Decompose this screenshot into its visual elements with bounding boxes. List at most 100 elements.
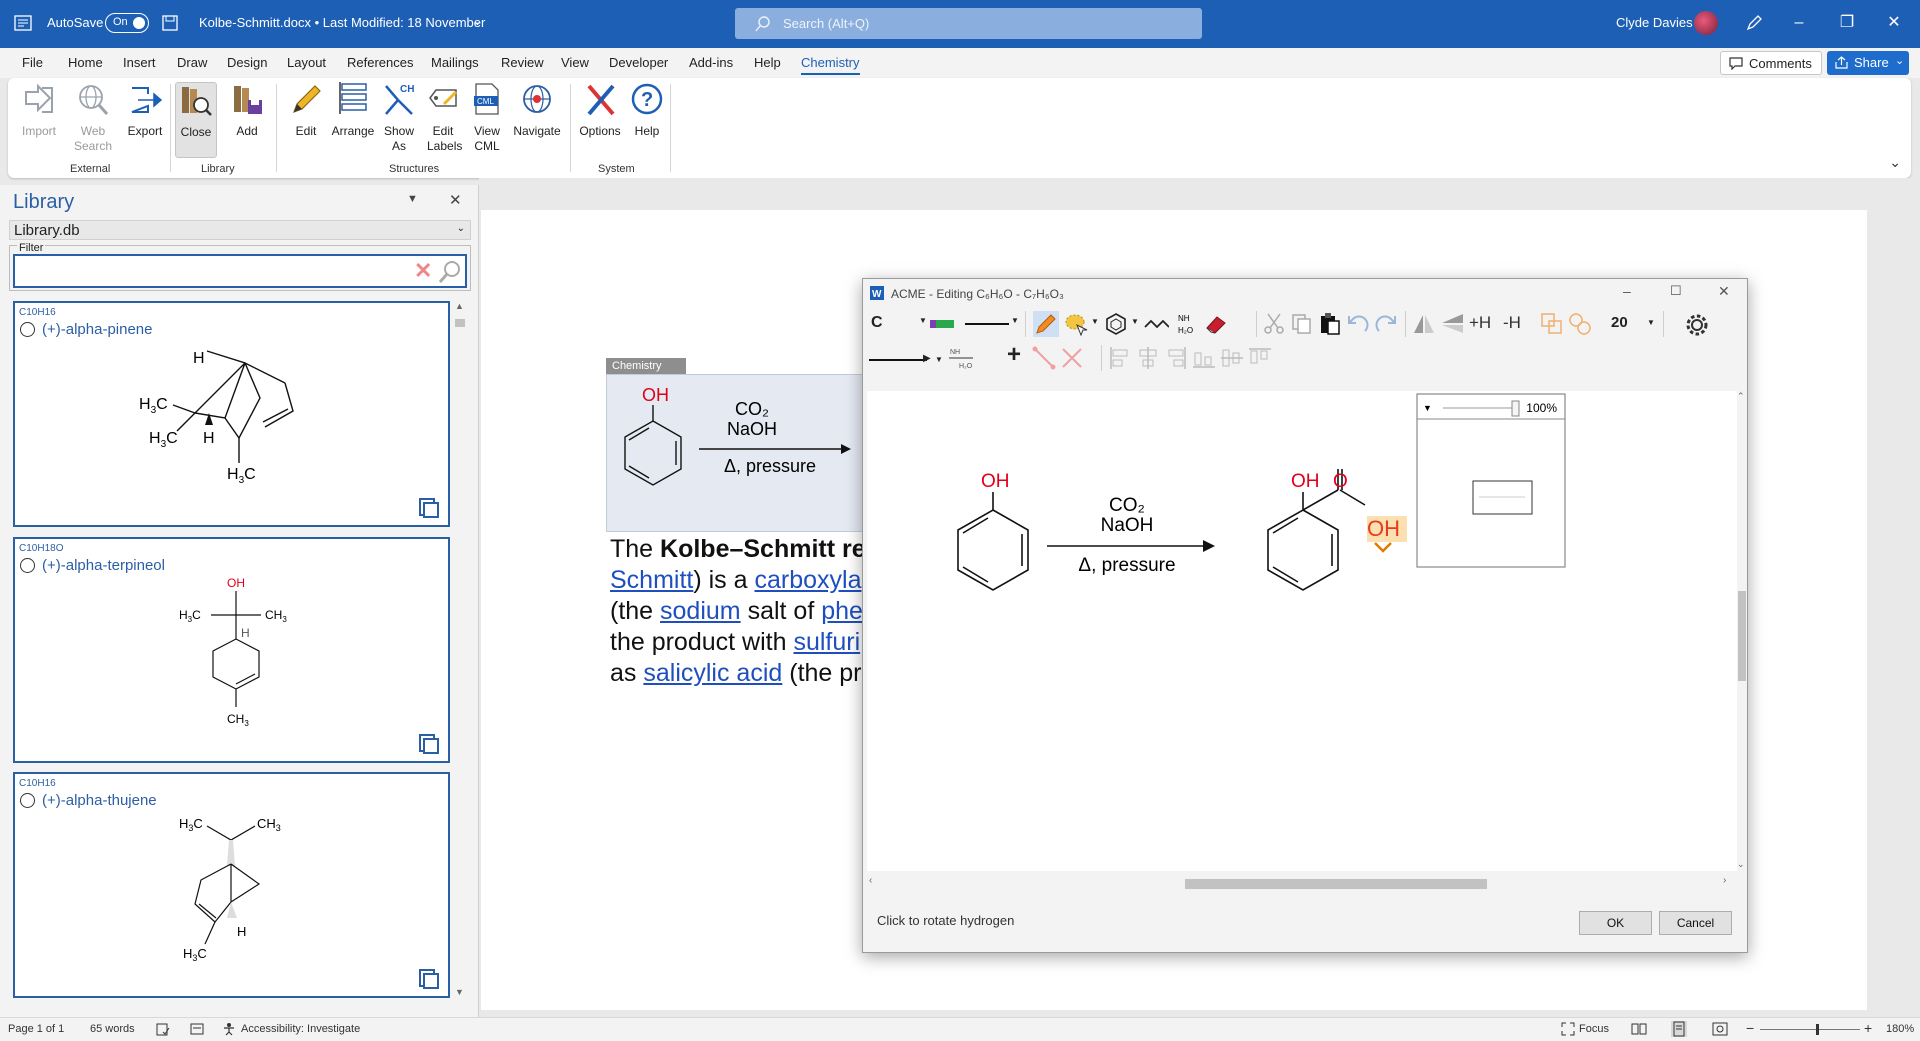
functional-group-icon[interactable]: NH H₂O [1175,311,1201,337]
user-name[interactable]: Clyde Davies [1616,15,1693,30]
dialog-maximize-button[interactable]: ☐ [1670,283,1682,299]
navigate-button[interactable]: Navigate [508,82,566,139]
close-window-button[interactable]: ✕ [1881,10,1907,36]
dialog-minimize-button[interactable]: – [1623,283,1631,299]
zoom-navigator[interactable]: ▼ 100% [1416,393,1566,568]
unmap-atoms-icon[interactable] [1059,345,1085,371]
page-count[interactable]: Page 1 of 1 [8,1023,64,1035]
align-left-icon[interactable] [1107,345,1133,371]
print-layout-icon[interactable] [1671,1021,1687,1037]
focus-label[interactable]: Focus [1579,1023,1609,1035]
menu-layout[interactable]: Layout [287,55,326,70]
ring-dropdown[interactable]: ▼ [1131,317,1139,326]
copy-to-document-icon[interactable] [418,497,440,519]
collapse-ribbon-icon[interactable]: ⌄ [1889,154,1901,171]
canvas-horizontal-scrollbar[interactable]: ‹ › [867,875,1737,889]
canvas-vertical-scrollbar[interactable]: ⌃ ⌄ [1737,391,1747,871]
zoom-in-button[interactable]: + [1864,1020,1872,1036]
search-box[interactable]: Search (Alt+Q) [735,8,1202,39]
dialog-close-button[interactable]: ✕ [1718,283,1730,300]
link-phenol[interactable]: phe [821,597,863,625]
arrow-style-selector[interactable]: ▶ ▼ [867,349,943,371]
chevron-down-icon[interactable]: ⌄ [472,13,483,29]
align-bottom-icon[interactable] [1191,345,1217,371]
link-sodium[interactable]: sodium [660,597,741,625]
edit-structure-button[interactable]: Edit [283,82,329,139]
library-entry[interactable]: C10H16 (+)-alpha-thujene H3C CH3 H H3C [13,772,450,998]
expand-entry-icon[interactable] [20,793,35,808]
align-middle-icon[interactable] [1219,345,1245,371]
track-changes-icon[interactable] [190,1022,204,1036]
library-db-select[interactable]: Library.db ⌄ [9,220,471,240]
accessibility-status[interactable]: Accessibility: Investigate [241,1023,360,1035]
chevron-down-icon[interactable]: ⌄ [457,223,465,234]
view-cml-button[interactable]: CML View CML [466,82,508,154]
menu-help[interactable]: Help [754,55,781,70]
align-top-icon[interactable] [1247,345,1273,371]
flip-horizontal-icon[interactable] [1411,311,1437,337]
menu-add-ins[interactable]: Add-ins [689,55,733,70]
cancel-button[interactable]: Cancel [1659,911,1732,935]
minimize-button[interactable]: – [1786,10,1812,36]
settings-gear-icon[interactable] [1683,311,1711,339]
menu-design[interactable]: Design [227,55,267,70]
restore-button[interactable]: ❐ [1834,10,1860,36]
word-count[interactable]: 65 words [90,1023,135,1035]
eraser-icon[interactable] [1203,311,1229,337]
align-right-icon[interactable] [1163,345,1189,371]
menu-draw[interactable]: Draw [177,55,207,70]
periodic-table-icon[interactable] [929,311,955,337]
expand-entry-icon[interactable] [20,322,35,337]
copy-to-document-icon[interactable] [418,968,440,990]
map-atoms-icon[interactable] [1031,345,1057,371]
save-icon[interactable] [162,15,178,31]
element-selector[interactable]: C ▼ [867,312,927,334]
zoom-slider[interactable] [1760,1024,1860,1035]
link-carboxylation[interactable]: carboxyla [754,566,861,594]
export-button[interactable]: Export [120,82,170,139]
pen-icon[interactable] [1745,14,1763,32]
chemistry-zone[interactable]: OH CO₂ NaOH Δ, pressure [606,374,866,532]
menu-file[interactable]: File [22,55,43,70]
menu-insert[interactable]: Insert [123,55,156,70]
ungroup-icon[interactable] [1567,311,1593,337]
menu-chemistry[interactable]: Chemistry [801,55,860,75]
menu-view[interactable]: View [561,55,589,70]
library-entry[interactable]: C10H16 (+)-alpha-pinene H H3C H3C H H3C [13,301,450,527]
font-size-selector[interactable]: 20 ▼ [1607,311,1657,335]
comments-button[interactable]: Comments [1720,51,1822,75]
menu-references[interactable]: References [347,55,413,70]
add-to-library-button[interactable]: Add [224,82,270,139]
arrange-button[interactable]: Arrange [328,82,378,139]
library-entry[interactable]: C10H18O (+)-alpha-terpineol OH H3C CH3 H… [13,537,450,763]
close-pane-icon[interactable]: ✕ [449,191,462,209]
help-button[interactable]: ? Help [625,82,669,139]
select-mode-dropdown[interactable]: ▼ [1091,317,1099,326]
read-mode-icon[interactable] [1631,1022,1647,1036]
link-sulfuric[interactable]: sulfuri [793,628,860,656]
close-library-button[interactable]: Close [175,82,217,158]
drawing-canvas[interactable]: OH CO₂ NaOH Δ, pressure OH O OH ▼ 100% [867,391,1737,871]
focus-icon[interactable] [1561,1022,1575,1036]
cut-icon[interactable] [1261,311,1287,337]
flip-vertical-icon[interactable] [1439,311,1465,337]
expand-entry-icon[interactable] [20,558,35,573]
library-scrollbar[interactable]: ▲ ▼ [453,301,467,1001]
menu-mailings[interactable]: Mailings [431,55,479,70]
copy-icon[interactable] [1289,311,1315,337]
redo-icon[interactable] [1373,311,1399,337]
align-center-icon[interactable] [1135,345,1161,371]
import-button[interactable]: Import [16,82,62,139]
remove-hydrogens-button[interactable]: -H [1503,313,1521,333]
show-as-button[interactable]: CH Show As [377,82,421,154]
ok-button[interactable]: OK [1579,911,1652,935]
ring-template-icon[interactable] [1103,311,1129,337]
reagent-annotation-icon[interactable]: NH H₂O [949,345,975,371]
proofing-icon[interactable] [156,1022,170,1036]
chain-icon[interactable] [1143,311,1169,337]
chemistry-content-tag[interactable]: Chemistry [606,358,686,374]
document-title[interactable]: Kolbe-Schmitt.docx • Last Modified: 18 N… [199,15,485,30]
share-chevron-icon[interactable]: ⌄ [1895,54,1904,67]
group-icon[interactable] [1539,311,1565,337]
zoom-percent[interactable]: 180% [1886,1023,1914,1035]
